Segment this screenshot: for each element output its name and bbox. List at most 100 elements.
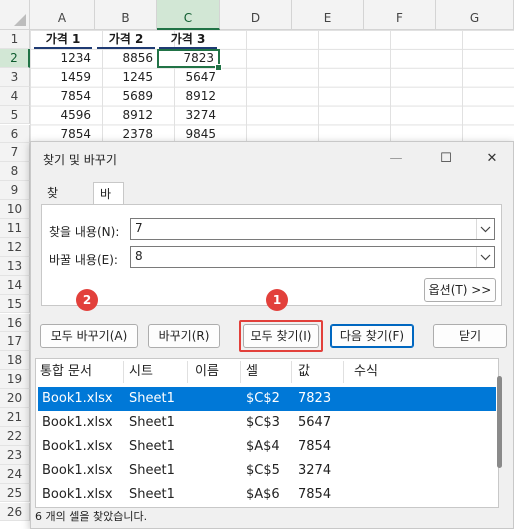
row-header-21[interactable]: 21	[0, 408, 30, 427]
cell-b1[interactable]: 가격 2	[97, 30, 155, 49]
tab-find[interactable]: 찾기(D)	[41, 182, 72, 244]
cell-a2[interactable]: 1234	[30, 49, 95, 68]
results-header-name[interactable]: 이름	[195, 361, 241, 383]
find-all-button[interactable]: 모두 찾기(I)	[243, 324, 319, 348]
results-header-workbook[interactable]: 통합 문서	[40, 361, 124, 383]
cell-c1[interactable]: 가격 3	[159, 30, 217, 49]
result-cell: $A$6	[246, 487, 280, 502]
select-all-corner[interactable]	[0, 0, 30, 30]
results-header-value[interactable]: 값	[298, 361, 344, 383]
result-cell: $C$2	[246, 391, 280, 406]
result-cell: $C$5	[246, 463, 280, 478]
replace-button[interactable]: 바꾸기(R)	[148, 324, 220, 348]
column-header-d[interactable]: D	[220, 0, 292, 30]
row-header-26[interactable]: 26	[0, 502, 30, 522]
find-what-combo[interactable]: 7	[130, 218, 495, 240]
result-cell: Book1.xlsx	[42, 391, 113, 406]
row-header-17[interactable]: 17	[0, 332, 30, 352]
replace-all-button[interactable]: 모두 바꾸기(A)	[40, 324, 138, 348]
chevron-down-icon[interactable]	[476, 247, 494, 267]
row-header-12[interactable]: 12	[0, 237, 30, 257]
row-header-24[interactable]: 24	[0, 464, 30, 484]
dialog-title: 찾기 및 바꾸기	[43, 153, 117, 167]
step-badge-2: 2	[76, 289, 98, 311]
results-list[interactable]: 통합 문서 시트 이름 셀 값 수식 Book1.xlsx Sheet1 $C$2 7…	[35, 358, 499, 508]
row-header-15[interactable]: 15	[0, 294, 30, 314]
cell-b5[interactable]: 8912	[95, 106, 157, 125]
column-header-a[interactable]: A	[30, 0, 95, 30]
minimize-icon[interactable]: —	[379, 146, 413, 172]
result-cell: Book1.xlsx	[42, 415, 113, 430]
result-cell: $A$4	[246, 439, 280, 454]
column-header-f[interactable]: F	[364, 0, 436, 30]
step-badge-1: 1	[266, 289, 288, 311]
result-cell: 5647	[298, 415, 332, 430]
result-cell: Sheet1	[129, 391, 175, 406]
column-header-e[interactable]: E	[292, 0, 364, 30]
cell-b4[interactable]: 5689	[95, 87, 157, 106]
row-header-16[interactable]: 16	[0, 313, 30, 333]
result-cell: Sheet1	[129, 487, 175, 502]
cell-c4[interactable]: 8912	[157, 87, 220, 106]
row-header-10[interactable]: 10	[0, 200, 30, 219]
row-header-2[interactable]: 2	[0, 48, 30, 68]
cell-b3[interactable]: 1245	[95, 68, 157, 87]
options-button[interactable]: 옵션(T) >>	[424, 278, 496, 302]
row-header-13[interactable]: 13	[0, 256, 30, 276]
cell-b2[interactable]: 8856	[95, 49, 157, 68]
row-header-6[interactable]: 6	[0, 124, 30, 144]
cell-c2-active[interactable]: 7823	[157, 49, 220, 68]
result-cell: $C$3	[246, 415, 280, 430]
find-next-button[interactable]: 다음 찾기(F)	[330, 324, 414, 348]
result-cell: 7854	[298, 439, 332, 454]
result-row[interactable]: Book1.xlsx Sheet1 $A$6 7854	[38, 483, 496, 507]
column-header-g[interactable]: G	[436, 0, 514, 30]
row-header-20[interactable]: 20	[0, 389, 30, 408]
row-header-7[interactable]: 7	[0, 143, 30, 163]
result-row[interactable]: Book1.xlsx Sheet1 $C$5 3274	[38, 459, 496, 483]
row-header-23[interactable]: 23	[0, 445, 30, 465]
results-header-formula[interactable]: 수식	[354, 361, 414, 383]
cell-a5[interactable]: 4596	[30, 106, 95, 125]
row-header-8[interactable]: 8	[0, 162, 30, 182]
find-what-value[interactable]: 7	[135, 221, 143, 235]
close-button[interactable]: 닫기	[433, 324, 507, 348]
row-header-5[interactable]: 5	[0, 105, 30, 125]
result-row[interactable]: Book1.xlsx Sheet1 $A$4 7854	[38, 435, 496, 459]
row-header-22[interactable]: 22	[0, 426, 30, 446]
result-row[interactable]: Book1.xlsx Sheet1 $C$2 7823	[38, 387, 496, 411]
cell-a3[interactable]: 1459	[30, 68, 95, 87]
row-header-11[interactable]: 11	[0, 219, 30, 238]
cell-c3[interactable]: 5647	[157, 68, 220, 87]
cell-c5[interactable]: 3274	[157, 106, 220, 125]
chevron-down-icon[interactable]	[476, 219, 494, 239]
row-header-18[interactable]: 18	[0, 351, 30, 371]
replace-with-combo[interactable]: 8	[130, 246, 495, 268]
column-header-c[interactable]: C	[157, 0, 220, 30]
results-header-sheet[interactable]: 시트	[129, 361, 188, 383]
row-header-25[interactable]: 25	[0, 483, 30, 503]
close-icon[interactable]: ✕	[475, 146, 509, 172]
replace-with-value[interactable]: 8	[135, 249, 143, 263]
cell-a1[interactable]: 가격 1	[34, 30, 92, 49]
tab-replace[interactable]: 바꾸기(P)	[93, 182, 124, 267]
column-header-b[interactable]: B	[95, 0, 157, 30]
results-header-cell[interactable]: 셀	[246, 361, 292, 383]
row-header-19[interactable]: 19	[0, 370, 30, 390]
row-header-9[interactable]: 9	[0, 181, 30, 201]
results-scrollbar[interactable]	[497, 376, 502, 468]
result-cell: Sheet1	[129, 463, 175, 478]
cell-a4[interactable]: 7854	[30, 87, 95, 106]
find-what-label: 찾을 내용(N):	[49, 225, 120, 239]
result-cell: 7823	[298, 391, 332, 406]
result-cell: Sheet1	[129, 415, 175, 430]
result-row[interactable]: Book1.xlsx Sheet1 $C$3 5647	[38, 411, 496, 435]
result-cell: Sheet1	[129, 439, 175, 454]
maximize-icon[interactable]: ☐	[429, 146, 463, 172]
row-header-1[interactable]: 1	[0, 30, 30, 49]
result-cell: Book1.xlsx	[42, 439, 113, 454]
dialog-titlebar[interactable]: 찾기 및 바꾸기 — ☐ ✕	[31, 142, 513, 176]
row-header-14[interactable]: 14	[0, 275, 30, 295]
row-header-4[interactable]: 4	[0, 86, 30, 106]
row-header-3[interactable]: 3	[0, 67, 30, 87]
